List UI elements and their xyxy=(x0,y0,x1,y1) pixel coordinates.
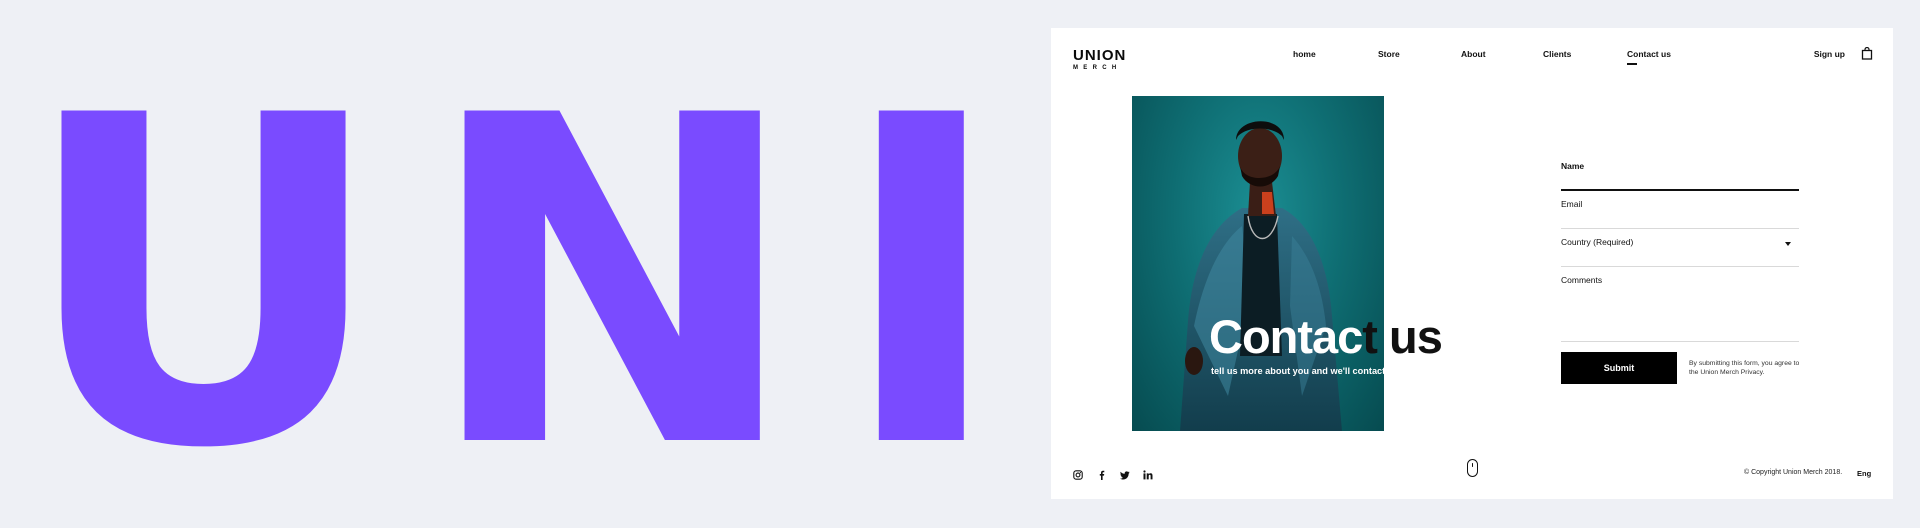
hero-title: Contact us xyxy=(1209,310,1443,363)
hero-subtitle: tell us more about you and we'll contact… xyxy=(1211,366,1429,376)
mouse-scroll-icon[interactable] xyxy=(1467,459,1478,477)
submit-button[interactable]: Submit xyxy=(1561,352,1677,384)
privacy-note: By submitting this form, you agree to th… xyxy=(1689,360,1800,376)
language-selector[interactable]: Eng xyxy=(1857,469,1871,478)
signup-link[interactable]: Sign up xyxy=(1814,49,1845,59)
hero-title-light: Contac xyxy=(1209,310,1363,363)
hero-title-dark: t us xyxy=(1362,310,1443,363)
facebook-icon[interactable] xyxy=(1097,467,1107,480)
background-word: UNIO xyxy=(0,0,1051,528)
email-field[interactable]: Email xyxy=(1561,191,1799,229)
name-input[interactable] xyxy=(1561,153,1799,189)
contact-form: Name Email Country (Required) Comments S… xyxy=(1561,153,1799,384)
country-label: Country (Required) xyxy=(1561,237,1634,247)
nav-item-home[interactable]: home xyxy=(1293,49,1316,59)
linkedin-icon[interactable] xyxy=(1143,467,1153,480)
person-illustration xyxy=(1180,121,1342,431)
stage: UNIO UNION MERCH home Store About Client… xyxy=(0,0,1920,528)
comments-input[interactable] xyxy=(1561,267,1799,341)
nav-item-about[interactable]: About xyxy=(1461,49,1486,59)
hero-photo xyxy=(1132,96,1384,431)
copyright-text: © Copyright Union Merch 2018. xyxy=(1744,469,1843,476)
main-nav: home Store About Clients Contact us xyxy=(1051,49,1893,65)
country-select[interactable]: Country (Required) xyxy=(1561,229,1799,267)
logo-sub-text: MERCH xyxy=(1073,65,1122,71)
chevron-down-icon xyxy=(1785,242,1791,246)
twitter-icon[interactable] xyxy=(1120,467,1130,480)
nav-item-contact-us[interactable]: Contact us xyxy=(1627,49,1671,65)
comments-field[interactable]: Comments xyxy=(1561,267,1799,342)
nav-item-store[interactable]: Store xyxy=(1378,49,1400,59)
name-field[interactable]: Name xyxy=(1561,153,1799,191)
background-letters: UNIO xyxy=(20,20,1051,528)
email-input[interactable] xyxy=(1561,191,1799,228)
contact-page-card: UNION MERCH home Store About Clients Con… xyxy=(1051,28,1893,499)
submit-row: Submit By submitting this form, you agre… xyxy=(1561,352,1799,384)
nav-item-clients[interactable]: Clients xyxy=(1543,49,1571,59)
instagram-icon[interactable] xyxy=(1073,467,1083,480)
shopping-bag-icon[interactable] xyxy=(1861,47,1873,60)
